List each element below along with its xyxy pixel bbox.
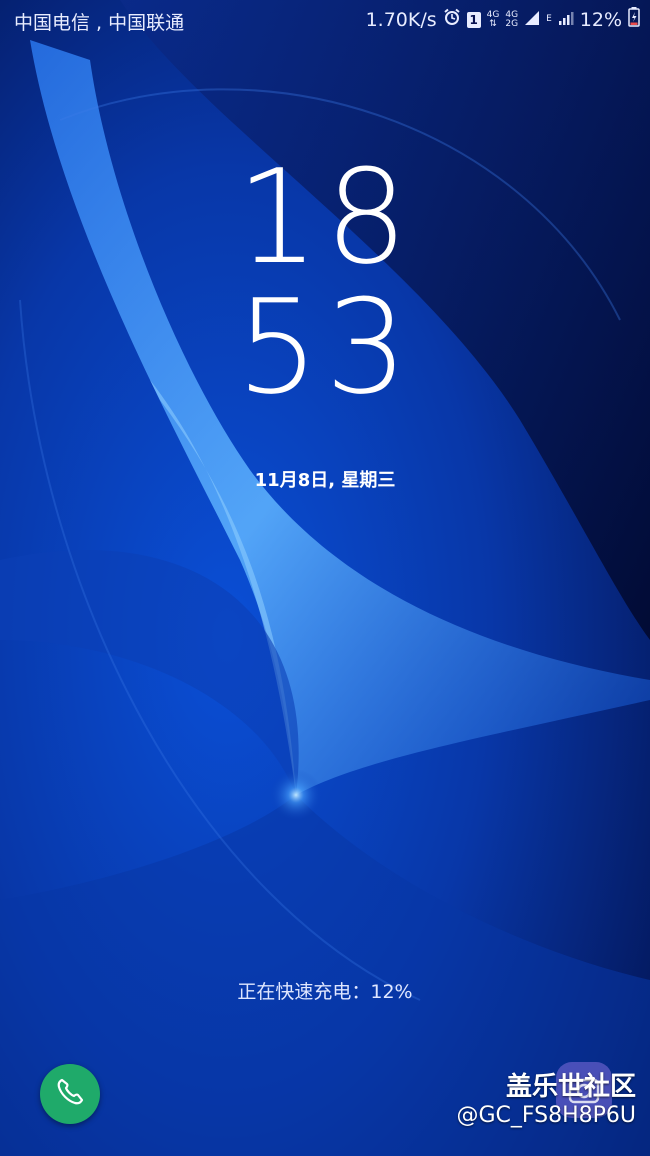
sim-slot-badge: 1: [466, 11, 481, 28]
dual-network-indicator: 4G 2G: [505, 10, 519, 29]
watermark-user: @GC_FS8H8P6U: [456, 1103, 636, 1128]
charging-status: 正在快速充电：12%: [237, 981, 413, 1003]
mobile-data-indicator: 4G ⇅: [487, 10, 500, 29]
battery-charging-icon: [628, 7, 640, 32]
carrier-names: 中国电信 , 中国联通: [14, 12, 185, 34]
watermark-site: 盖乐世社区: [505, 1072, 636, 1102]
network-speed: 1.70K/s: [365, 8, 437, 31]
date-label: 11月8日, 星期三: [254, 470, 396, 491]
alarm-clock-icon: [443, 8, 461, 31]
clock-hour: 18: [236, 141, 414, 293]
phone-shortcut-button[interactable]: [40, 1064, 100, 1124]
signal-bars-icon-2: [558, 9, 574, 31]
status-bar: 中国电信 , 中国联通 1.70K/s 1 4G ⇅ 4G 2G E 12%: [0, 0, 650, 40]
clock-minute: 53: [236, 271, 414, 423]
net-type-label-b: 2G: [505, 18, 519, 29]
data-arrows-icon: ⇅: [489, 18, 497, 29]
phone-handset-icon: [53, 1075, 87, 1113]
status-indicators: 1.70K/s 1 4G ⇅ 4G 2G E 12%: [360, 7, 640, 32]
edge-network-label: E: [546, 14, 552, 24]
battery-percentage: 12%: [579, 8, 622, 31]
signal-bars-icon: [524, 9, 540, 31]
